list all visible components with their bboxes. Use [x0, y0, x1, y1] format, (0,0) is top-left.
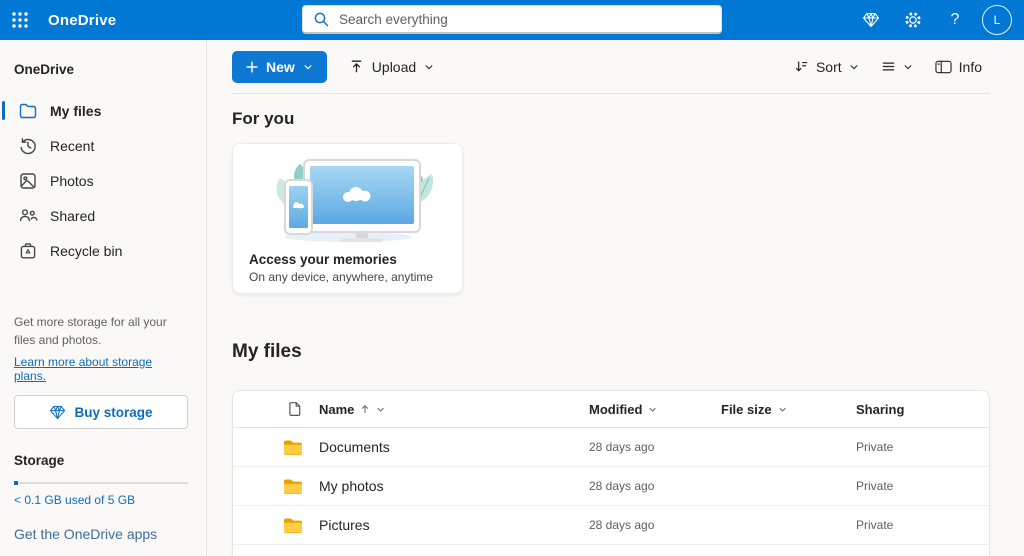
info-button[interactable]: Info — [927, 51, 990, 83]
file-type-column-icon[interactable] — [233, 401, 319, 417]
search-input[interactable] — [302, 5, 722, 34]
upload-icon — [349, 59, 364, 74]
memories-card[interactable]: Access your memories On any device, anyw… — [232, 143, 463, 294]
chevron-down-icon — [376, 405, 385, 414]
sort-icon — [794, 59, 809, 74]
main-content: New Upload Sort Info For you Access your… — [207, 40, 1024, 556]
column-header-modified[interactable]: Modified — [589, 402, 721, 417]
folder-icon — [233, 478, 319, 495]
sidebar-item-label: Photos — [50, 172, 94, 189]
plus-icon — [246, 61, 258, 73]
new-button[interactable]: New — [232, 50, 327, 83]
chevron-down-icon — [303, 62, 313, 72]
recycle-bin-icon — [18, 241, 38, 261]
storage-progress-bar — [14, 481, 188, 485]
sidebar-item-my-files[interactable]: My files — [0, 93, 206, 128]
info-pane-icon — [935, 60, 952, 74]
sidebar-item-shared[interactable]: Shared — [0, 198, 206, 233]
settings-gear-icon[interactable] — [894, 0, 932, 40]
storage-plans-link[interactable]: Learn more about storage plans. — [14, 355, 187, 383]
avatar-initial: L — [993, 13, 1001, 27]
column-header-sharing[interactable]: Sharing — [856, 402, 989, 417]
account-avatar[interactable]: L — [982, 5, 1012, 35]
memories-card-subtitle: On any device, anywhere, anytime — [249, 270, 434, 284]
folder-icon — [18, 101, 38, 121]
waffle-icon — [12, 12, 28, 28]
storage-progress-fill — [14, 481, 18, 485]
buy-storage-label: Buy storage — [74, 404, 153, 420]
memories-illustration — [275, 159, 433, 242]
sidebar-item-label: My files — [50, 102, 102, 119]
sidebar-item-photos[interactable]: Photos — [0, 163, 206, 198]
sidebar-item-recycle-bin[interactable]: Recycle bin — [0, 233, 206, 268]
file-modified: 28 days ago — [589, 518, 655, 532]
history-clock-icon — [18, 136, 38, 156]
header-actions: ? L — [852, 0, 1018, 40]
files-table: Name Modified File size Sharing Document… — [232, 390, 990, 556]
help-icon[interactable]: ? — [936, 0, 974, 40]
diamond-icon — [49, 405, 66, 420]
sidebar: OneDrive My files Recent Photos Shared R… — [0, 40, 207, 556]
for-you-heading: For you — [232, 109, 295, 128]
column-header-name[interactable]: Name — [319, 402, 589, 417]
folder-icon — [233, 517, 319, 534]
file-sharing: Private — [856, 440, 894, 454]
file-sharing: Private — [856, 518, 894, 532]
table-row-pictures[interactable]: Pictures 28 days ago Private — [233, 506, 989, 545]
memories-card-title: Access your memories — [249, 252, 397, 267]
chevron-down-icon — [648, 405, 657, 414]
toolbar-divider — [232, 93, 990, 94]
table-row-documents[interactable]: Documents 28 days ago Private — [233, 428, 989, 467]
list-view-icon — [881, 59, 896, 74]
sidebar-item-label: Recent — [50, 137, 95, 154]
buy-storage-button[interactable]: Buy storage — [14, 395, 188, 429]
file-modified: 28 days ago — [589, 440, 655, 454]
sort-button[interactable]: Sort — [786, 51, 867, 83]
people-icon — [18, 206, 38, 226]
sidebar-item-label: Recycle bin — [50, 242, 123, 259]
search-box — [302, 5, 722, 34]
table-header-row: Name Modified File size Sharing — [233, 391, 989, 428]
chevron-down-icon — [778, 405, 787, 414]
sort-button-label: Sort — [815, 58, 842, 75]
premium-diamond-icon[interactable] — [852, 0, 890, 40]
sidebar-item-label: Shared — [50, 207, 96, 224]
my-files-heading: My files — [232, 341, 302, 362]
view-options-button[interactable] — [873, 51, 921, 83]
storage-promo-text: Get more storage for all your files and … — [14, 315, 167, 347]
chevron-down-icon — [903, 62, 913, 72]
get-apps-link[interactable]: Get the OneDrive apps — [14, 526, 187, 542]
command-bar: New Upload Sort Info — [232, 40, 990, 93]
storage-heading: Storage — [14, 453, 65, 468]
file-modified: 28 days ago — [589, 479, 655, 493]
new-button-label: New — [266, 58, 295, 75]
image-icon — [18, 171, 38, 191]
info-button-label: Info — [958, 58, 982, 75]
table-row-my-photos[interactable]: My photos 28 days ago Private — [233, 467, 989, 506]
sidebar-section-label: OneDrive — [14, 62, 75, 77]
app-title[interactable]: OneDrive — [48, 12, 116, 29]
chevron-down-icon — [424, 62, 434, 72]
sidebar-storage-section: Get more storage for all your files and … — [0, 314, 206, 542]
active-indicator — [2, 101, 5, 120]
view-controls: Sort Info — [786, 51, 990, 83]
file-name: My photos — [319, 478, 384, 494]
upload-button[interactable]: Upload — [337, 51, 446, 83]
document-icon — [289, 402, 301, 416]
upload-button-label: Upload — [371, 58, 417, 75]
file-name: Documents — [319, 439, 390, 455]
sidebar-item-recent[interactable]: Recent — [0, 128, 206, 163]
file-name: Pictures — [319, 517, 370, 533]
storage-usage-text[interactable]: < 0.1 GB used of 5 GB — [14, 493, 187, 507]
app-launcher-waffle-icon[interactable] — [0, 0, 40, 40]
column-header-file-size[interactable]: File size — [721, 402, 856, 417]
chevron-down-icon — [849, 62, 859, 72]
folder-icon — [233, 439, 319, 456]
app-header: OneDrive ? L — [0, 0, 1024, 40]
sort-ascending-arrow-icon — [360, 404, 370, 414]
file-sharing: Private — [856, 479, 894, 493]
search-icon — [313, 11, 330, 28]
